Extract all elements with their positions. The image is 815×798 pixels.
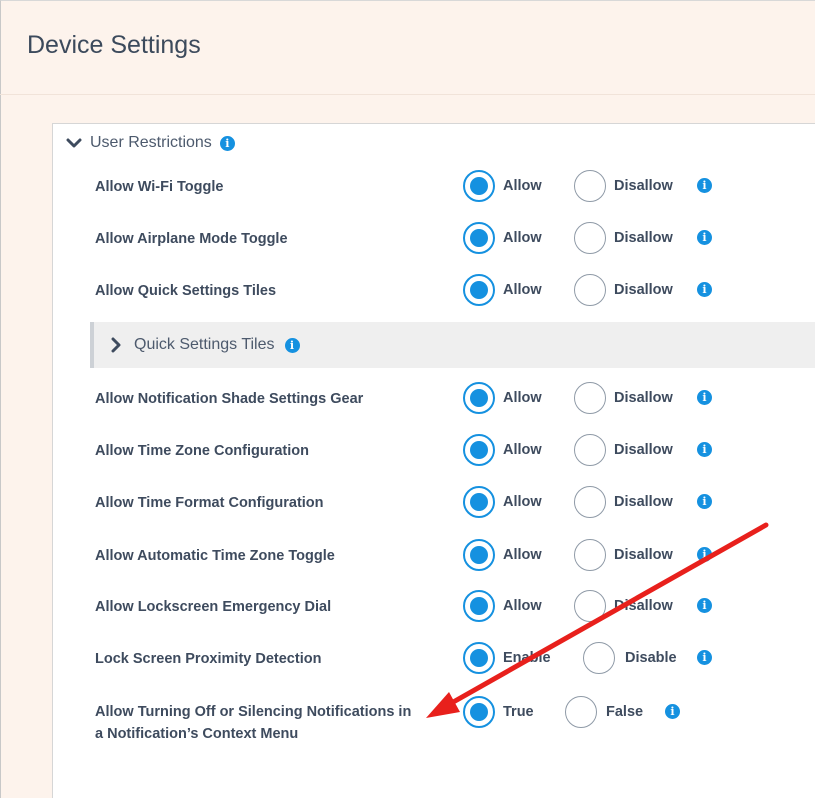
radio-label[interactable]: Disallow — [614, 546, 673, 564]
info-icon[interactable]: i — [697, 494, 712, 509]
setting-label: Allow Airplane Mode Toggle — [95, 231, 288, 247]
radio-label[interactable]: Disallow — [614, 389, 673, 407]
radio-label[interactable]: Disallow — [614, 597, 673, 615]
setting-label: Allow Automatic Time Zone Toggle — [95, 548, 335, 564]
chevron-down-icon — [66, 138, 82, 148]
info-icon[interactable]: i — [219, 135, 235, 151]
radio-allow[interactable] — [463, 382, 495, 414]
info-icon[interactable]: i — [697, 650, 712, 665]
radio-label[interactable]: Allow — [503, 281, 542, 299]
info-icon[interactable]: i — [697, 442, 712, 457]
radio-disallow[interactable] — [574, 222, 606, 254]
radio-disable[interactable] — [583, 642, 615, 674]
info-icon[interactable]: i — [697, 598, 712, 613]
info-icon[interactable]: i — [697, 230, 712, 245]
radio-label[interactable]: Allow — [503, 389, 542, 407]
radio-label[interactable]: Allow — [503, 546, 542, 564]
radio-disallow[interactable] — [574, 170, 606, 202]
title-divider — [0, 94, 815, 95]
radio-label[interactable]: Disallow — [614, 281, 673, 299]
radio-label[interactable]: Disallow — [614, 177, 673, 195]
radio-label[interactable]: False — [606, 703, 643, 721]
setting-label: Allow Time Format Configuration — [95, 495, 324, 511]
radio-disallow[interactable] — [574, 486, 606, 518]
radio-allow[interactable] — [463, 274, 495, 306]
radio-label[interactable]: Allow — [503, 229, 542, 247]
subgroup-title: Quick Settings Tiles — [134, 336, 275, 353]
setting-label: Allow Notification Shade Settings Gear — [95, 391, 364, 407]
radio-label[interactable]: Allow — [503, 597, 542, 615]
section-header-user-restrictions[interactable]: User Restrictions i — [66, 131, 235, 155]
chevron-right-icon — [111, 337, 121, 353]
info-icon[interactable]: i — [665, 704, 680, 719]
info-icon[interactable]: i — [284, 337, 300, 353]
info-icon[interactable]: i — [697, 178, 712, 193]
radio-label[interactable]: Disallow — [614, 493, 673, 511]
radio-label[interactable]: Disallow — [614, 229, 673, 247]
radio-allow[interactable] — [463, 590, 495, 622]
radio-label[interactable]: True — [503, 703, 534, 721]
radio-enable[interactable] — [463, 642, 495, 674]
radio-label[interactable]: Disable — [625, 649, 677, 667]
subgroup-quick-settings-tiles[interactable]: Quick Settings Tiles i — [90, 322, 815, 368]
section-title: User Restrictions — [90, 134, 212, 151]
info-icon[interactable]: i — [697, 390, 712, 405]
radio-allow[interactable] — [463, 486, 495, 518]
radio-label[interactable]: Disallow — [614, 441, 673, 459]
radio-disallow[interactable] — [574, 590, 606, 622]
radio-disallow[interactable] — [574, 539, 606, 571]
radio-false[interactable] — [565, 696, 597, 728]
info-icon[interactable]: i — [697, 282, 712, 297]
setting-label: Allow Time Zone Configuration — [95, 443, 310, 459]
page-title: Device Settings — [27, 31, 201, 59]
setting-label: Lock Screen Proximity Detection — [95, 651, 322, 667]
radio-disallow[interactable] — [574, 274, 606, 306]
setting-label: Allow Turning Off or Silencing Notificat… — [95, 704, 412, 742]
setting-label: Allow Lockscreen Emergency Dial — [95, 599, 332, 615]
setting-label: Allow Wi-Fi Toggle — [95, 179, 224, 195]
radio-label[interactable]: Allow — [503, 177, 542, 195]
radio-label[interactable]: Allow — [503, 493, 542, 511]
radio-allow[interactable] — [463, 539, 495, 571]
info-icon[interactable]: i — [697, 547, 712, 562]
radio-allow[interactable] — [463, 170, 495, 202]
radio-label[interactable]: Allow — [503, 441, 542, 459]
radio-true[interactable] — [463, 696, 495, 728]
radio-allow[interactable] — [463, 222, 495, 254]
radio-label[interactable]: Enable — [503, 649, 551, 667]
radio-disallow[interactable] — [574, 382, 606, 414]
setting-label: Allow Quick Settings Tiles — [95, 283, 277, 299]
radio-disallow[interactable] — [574, 434, 606, 466]
radio-allow[interactable] — [463, 434, 495, 466]
